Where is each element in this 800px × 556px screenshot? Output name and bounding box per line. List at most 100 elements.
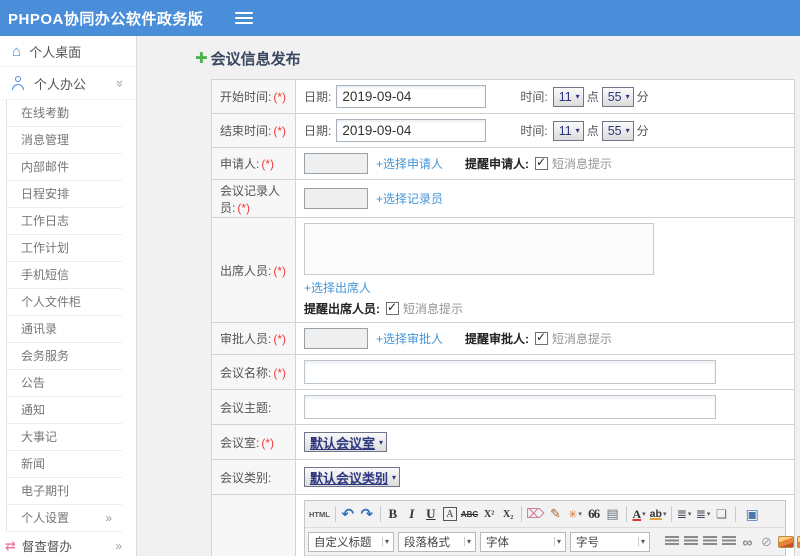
field-label: 会议主题:: [220, 400, 272, 415]
form-row-meeting-category: 会议类别: 默认会议类别 ▾: [211, 459, 795, 495]
sidebar-item-label: 督查督办: [21, 540, 72, 554]
font-color-icon[interactable]: A ▾: [630, 504, 649, 525]
separator[interactable]: [379, 506, 381, 522]
custom-title-select[interactable]: 自定义标题 ▾: [308, 531, 394, 552]
meeting-name-input[interactable]: [304, 360, 716, 384]
approver-input[interactable]: [304, 328, 368, 349]
quick-format-icon[interactable]: ✳ ▾: [566, 504, 585, 525]
chevron-right-icon: »: [105, 511, 112, 525]
sms-checkbox[interactable]: ✓: [535, 330, 549, 345]
sms-checkbox[interactable]: ✓: [386, 300, 399, 315]
fullscreen-icon[interactable]: ▣: [739, 504, 761, 525]
sidebar-subitem[interactable]: 在线考勤: [7, 100, 122, 127]
sidebar-subitem[interactable]: 日程安排: [7, 181, 122, 208]
meeting-category-select[interactable]: 默认会议类别 ▾: [304, 467, 401, 487]
separator[interactable]: [670, 506, 672, 522]
end-date-input[interactable]: [336, 119, 487, 142]
form-row-approver: 审批人员: (*) +选择审批人 提醒审批人: ✓ 短消息提示: [211, 322, 795, 355]
link-icon[interactable]: ∞: [738, 531, 757, 552]
new-document-icon[interactable]: ❏: [713, 504, 732, 525]
unlink-icon[interactable]: ⊘: [757, 531, 776, 552]
sidebar-subitem[interactable]: 通讯录: [7, 316, 122, 343]
underline-icon[interactable]: U: [422, 504, 441, 525]
chevron-down-icon: ▾: [625, 92, 630, 101]
sidebar-subitem[interactable]: 工作日志: [7, 208, 122, 235]
choose-applicant-link[interactable]: +选择申请人: [376, 155, 443, 172]
form-row-meeting-subject: 会议主题:: [211, 389, 795, 425]
start-minute-select[interactable]: 55 ▾: [601, 86, 634, 107]
sidebar-subitem[interactable]: 电子期刊: [7, 478, 122, 505]
separator[interactable]: [734, 506, 736, 522]
html-source-icon[interactable]: HTML: [308, 504, 332, 525]
superscript-icon[interactable]: X²: [480, 504, 499, 525]
sidebar-item-personal-office[interactable]: 个人办公 »: [0, 67, 136, 100]
insert-image-icon[interactable]: [795, 531, 800, 552]
required-marker: (*): [273, 332, 287, 346]
choose-approver-link[interactable]: +选择审批人: [376, 330, 443, 347]
form-row-meeting-room: 会议室: (*) 默认会议室 ▾: [211, 424, 795, 460]
highlight-icon[interactable]: ab ▾: [649, 504, 668, 525]
paragraph-format-select[interactable]: 段落格式 ▾: [398, 531, 476, 552]
font-size-select[interactable]: 字号 ▾: [570, 531, 650, 552]
start-date-input[interactable]: [336, 85, 487, 108]
align-right-icon[interactable]: [700, 531, 719, 552]
separator[interactable]: [334, 506, 336, 522]
image-icon[interactable]: [776, 531, 795, 552]
align-center-icon[interactable]: [681, 531, 700, 552]
undo-icon[interactable]: ↶: [339, 504, 358, 525]
paste-icon[interactable]: ▤: [604, 504, 623, 525]
strikethrough-icon[interactable]: ABC: [460, 504, 480, 525]
form-row-applicant: 申请人: (*) +选择申请人 提醒申请人: ✓ 短消息提示: [211, 147, 795, 180]
applicant-input[interactable]: [304, 153, 368, 174]
hamburger-menu-icon[interactable]: [235, 9, 254, 27]
check-icon: ✓: [536, 155, 547, 169]
italic-icon[interactable]: I: [403, 504, 422, 525]
recorder-input[interactable]: [304, 188, 368, 209]
separator[interactable]: [521, 506, 523, 522]
sidebar-subitem[interactable]: 手机短信: [7, 262, 122, 289]
sidebar-subitem[interactable]: 通知: [7, 397, 122, 424]
unordered-list-icon[interactable]: ≣ ▾: [694, 504, 713, 525]
choose-recorder-link[interactable]: +选择记录员: [376, 190, 443, 207]
eraser-icon[interactable]: ⌦: [525, 504, 546, 525]
sms-checkbox[interactable]: ✓: [535, 155, 549, 170]
chevron-down-icon: ▾: [553, 537, 563, 546]
font-family-select[interactable]: 字体 ▾: [480, 531, 566, 552]
end-minute-select[interactable]: 55 ▾: [601, 120, 634, 141]
sidebar-item-personal-desktop[interactable]: ⌂ 个人桌面: [0, 36, 136, 67]
sidebar-subitem[interactable]: 公告: [7, 370, 122, 397]
choose-attendees-link[interactable]: +选择出席人: [304, 279, 371, 296]
date-label: 日期:: [304, 90, 332, 104]
sidebar-subitem-personal-settings[interactable]: 个人设置 »: [7, 505, 122, 532]
sidebar-subitem[interactable]: 新闻: [7, 451, 122, 478]
meeting-subject-input[interactable]: [304, 395, 716, 419]
app-window: PHPOA协同办公软件政务版 ⌂ 个人桌面 个人办公 » 在线考勤 消息管理 内…: [0, 0, 800, 556]
start-hour-select[interactable]: 11 ▾: [552, 86, 584, 107]
align-justify-icon[interactable]: [719, 531, 738, 552]
sidebar-subitem[interactable]: 消息管理: [7, 127, 122, 154]
sidebar-settings-wrap: 个人设置 »: [6, 505, 136, 532]
sidebar-subitem[interactable]: 个人文件柜: [7, 289, 122, 316]
end-hour-select[interactable]: 11 ▾: [552, 120, 584, 141]
required-marker: (*): [273, 365, 287, 380]
sms-label: 短消息提示: [552, 157, 613, 171]
attendees-textarea[interactable]: [304, 223, 654, 275]
blockquote-icon[interactable]: 66: [585, 504, 604, 525]
font-box-icon[interactable]: A: [441, 504, 460, 525]
align-left-icon[interactable]: [662, 531, 681, 552]
sidebar-subitem[interactable]: 大事记: [7, 424, 122, 451]
sidebar-subitem[interactable]: 内部邮件: [7, 154, 122, 181]
format-brush-icon[interactable]: ✎: [547, 504, 566, 525]
bold-icon[interactable]: B: [384, 504, 403, 525]
sidebar-subitem[interactable]: 会务服务: [7, 343, 122, 370]
redo-icon[interactable]: ↷: [358, 504, 377, 525]
subscript-icon[interactable]: X₂: [499, 504, 518, 525]
sidebar-item-supervision[interactable]: ⇄ 督查督办 »: [0, 532, 136, 556]
separator[interactable]: [625, 506, 627, 522]
meeting-room-select[interactable]: 默认会议室 ▾: [304, 432, 388, 452]
add-icon: ✚: [195, 50, 208, 67]
sidebar-item-label: 个人桌面: [29, 44, 82, 60]
ordered-list-icon[interactable]: ≣ ▾: [675, 504, 694, 525]
sidebar-subitem[interactable]: 工作计划: [7, 235, 122, 262]
remind-applicant-label: 提醒申请人:: [465, 157, 530, 171]
